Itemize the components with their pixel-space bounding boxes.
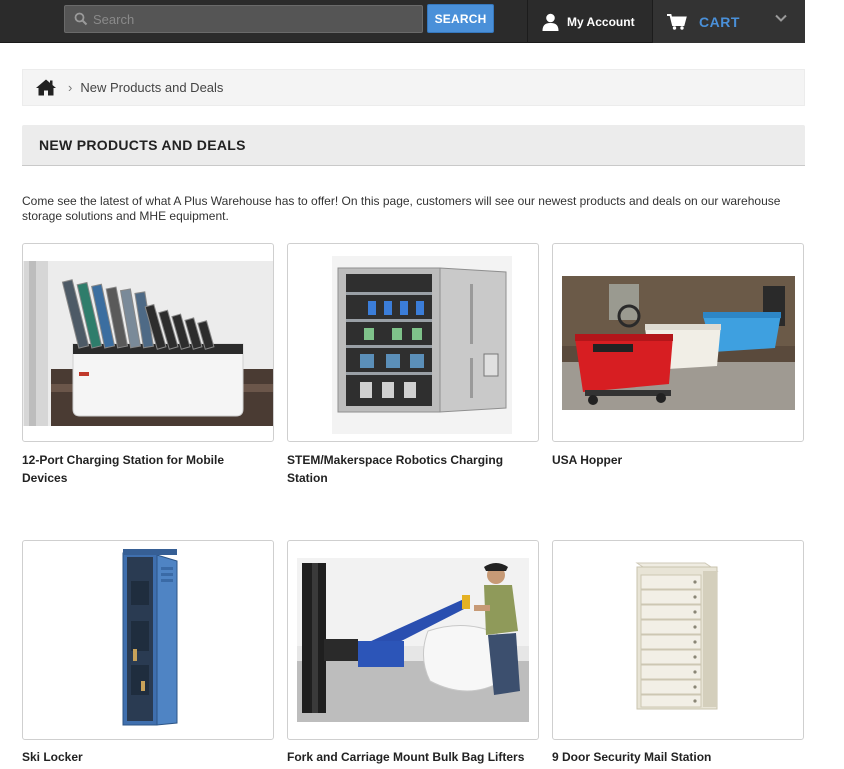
search-button[interactable]: SEARCH	[427, 4, 494, 33]
product-title[interactable]: 9 Door Security Mail Station	[552, 748, 802, 766]
product-image-charging-station[interactable]	[23, 244, 273, 441]
page-title: NEW PRODUCTS AND DEALS	[22, 125, 805, 166]
product-title[interactable]: USA Hopper	[552, 451, 802, 469]
chevron-down-icon[interactable]	[775, 14, 787, 22]
product-image-usa-hopper[interactable]	[553, 244, 803, 441]
product-image-bulk-bag-lifter[interactable]	[288, 541, 538, 739]
product-card[interactable]	[287, 540, 539, 740]
search-box	[64, 5, 423, 33]
my-account-link[interactable]: My Account	[527, 0, 653, 43]
product-title[interactable]: 12-Port Charging Station for Mobile Devi…	[22, 451, 272, 487]
product-card[interactable]	[552, 243, 804, 442]
cart-link[interactable]: CART	[653, 0, 805, 43]
account-label: My Account	[567, 14, 635, 29]
product-card[interactable]	[22, 243, 274, 442]
product-image-mail-station[interactable]	[553, 541, 803, 739]
cart-label: CART	[699, 13, 740, 30]
breadcrumb-separator: ›	[68, 80, 73, 95]
product-image-stem-cabinet[interactable]	[288, 244, 538, 441]
product-card[interactable]	[552, 540, 804, 740]
product-title[interactable]: Fork and Carriage Mount Bulk Bag Lifters	[287, 748, 537, 766]
product-card[interactable]	[287, 243, 539, 442]
product-title[interactable]: STEM/Makerspace Robotics Charging Statio…	[287, 451, 537, 487]
search-input[interactable]	[93, 8, 413, 30]
page-intro-text: Come see the latest of what A Plus Wareh…	[22, 194, 781, 223]
home-icon[interactable]	[36, 79, 56, 96]
breadcrumb-current: New Products and Deals	[80, 80, 224, 95]
top-navigation-bar: SEARCH My Account CART	[0, 0, 805, 43]
breadcrumb: › New Products and Deals	[22, 69, 805, 106]
search-icon	[74, 12, 88, 26]
product-title[interactable]: Ski Locker	[22, 748, 272, 766]
user-icon	[542, 13, 559, 31]
product-card[interactable]	[22, 540, 274, 740]
cart-icon	[667, 13, 687, 30]
product-image-ski-locker[interactable]	[23, 541, 273, 739]
